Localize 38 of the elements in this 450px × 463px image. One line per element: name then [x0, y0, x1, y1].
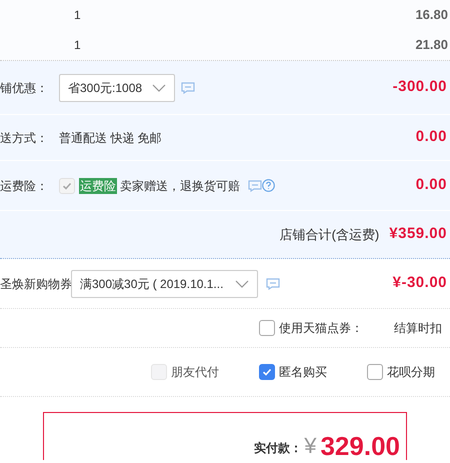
field-label: 运费险： [0, 178, 49, 194]
checkbox[interactable] [367, 364, 383, 380]
chat-icon[interactable] [266, 278, 280, 290]
option-label: 花呗分期 [387, 364, 435, 381]
help-icon[interactable] [262, 179, 275, 192]
check-icon [62, 180, 72, 190]
chevron-down-icon [235, 280, 250, 288]
checkbox[interactable] [259, 320, 275, 336]
quantity-text: 1 [74, 37, 81, 54]
chat-icon[interactable] [248, 180, 262, 192]
option-label: 匿名购买 [279, 364, 327, 381]
chevron-down-icon [152, 84, 166, 92]
chat-icon[interactable] [181, 82, 196, 94]
payment-amount: 329.00 [320, 432, 400, 460]
checkbox[interactable] [259, 364, 275, 380]
insurance-amount: 0.00 [416, 175, 447, 196]
coupon-amount: ¥-30.00 [392, 273, 447, 294]
price-text: 16.80 [415, 6, 448, 24]
payment-label: 实付款： [254, 440, 302, 457]
option-label: 朋友代付 [171, 364, 219, 381]
points-label: 使用天猫点券： [279, 320, 364, 337]
insurance-tag: 运费险 [79, 178, 117, 194]
price-text: 21.80 [415, 36, 448, 54]
insurance-text: 卖家赠送，退换货可赔 [120, 178, 240, 194]
coupon-label: 圣焕新购物券 [0, 276, 71, 292]
check-icon [262, 367, 272, 377]
shop-total-amount: ¥359.00 [389, 224, 447, 244]
discount-amount: -300.00 [392, 77, 447, 98]
quantity-text: 1 [74, 7, 81, 24]
delivery-method: 普通配送 快递 免邮 [59, 130, 162, 146]
field-label: 铺优惠： [0, 80, 49, 96]
currency-symbol: ¥ [304, 432, 316, 460]
delivery-amount: 0.00 [416, 127, 447, 148]
shop-total-label: 店铺合计(含运费) [280, 226, 380, 244]
points-note: 结算时扣 [394, 320, 442, 337]
discount-select[interactable]: 省300元:1008 [59, 74, 176, 102]
coupon-select[interactable]: 满300减30元 ( 2019.10.1... [71, 270, 258, 298]
field-label: 送方式： [0, 130, 49, 146]
